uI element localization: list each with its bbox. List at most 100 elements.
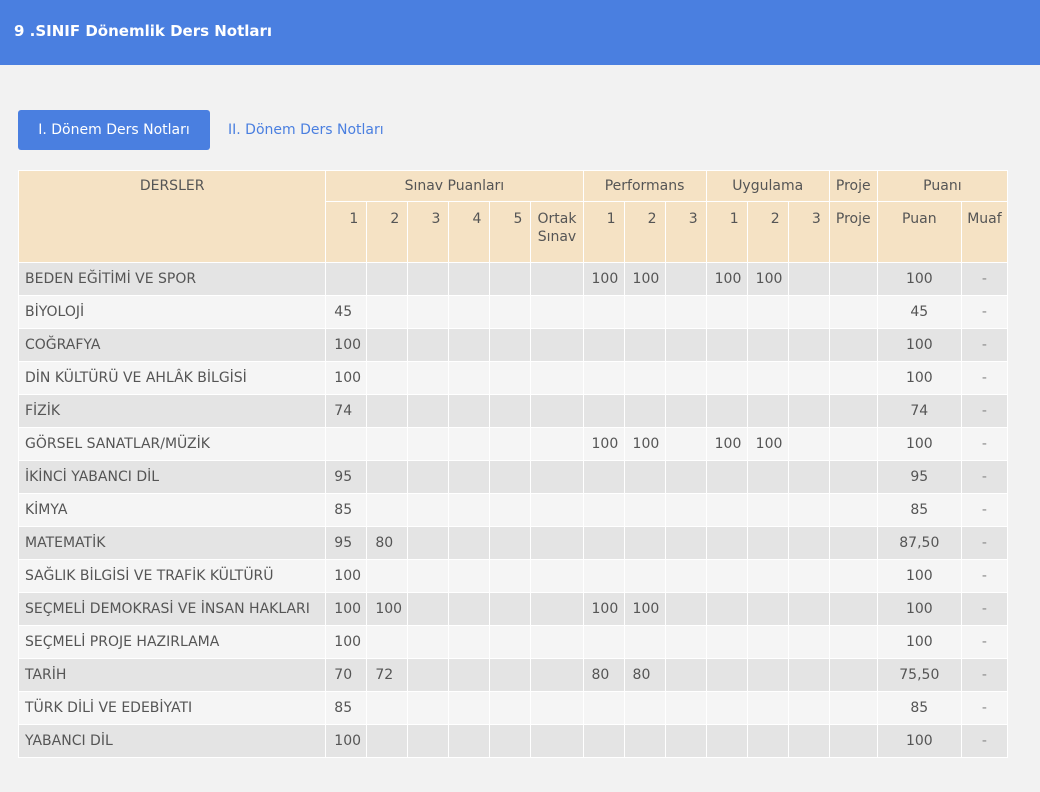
exam-2-cell <box>366 394 409 428</box>
application-2-cell <box>746 592 789 626</box>
performance-1-cell <box>582 394 625 428</box>
exam-2-cell <box>366 427 409 461</box>
table-row: BEDEN EĞİTİMİ VE SPOR 100 100 100 100 100- <box>17 262 1009 296</box>
subject-cell: İKİNCİ YABANCI DİL <box>17 460 327 494</box>
performance-1-cell <box>582 625 625 659</box>
score-cell: 100 <box>876 592 962 626</box>
application-3-cell <box>787 559 830 593</box>
common-exam-cell <box>530 295 584 329</box>
performance-3-cell <box>664 328 707 362</box>
exam-4-cell <box>448 361 491 395</box>
header-project-sub: Proje <box>828 201 878 263</box>
performance-2-cell: 100 <box>623 592 666 626</box>
exam-1-cell: 100 <box>325 724 368 758</box>
subject-cell: MATEMATİK <box>17 526 327 560</box>
application-1-cell <box>705 295 748 329</box>
project-cell <box>828 262 878 296</box>
performance-3-cell <box>664 394 707 428</box>
exam-1-cell <box>325 427 368 461</box>
subject-cell: GÖRSEL SANATLAR/MÜZİK <box>17 427 327 461</box>
exempt-cell: - <box>960 394 1009 428</box>
performance-1-cell: 100 <box>582 592 625 626</box>
performance-1-cell <box>582 559 625 593</box>
exam-1-cell: 100 <box>325 328 368 362</box>
performance-3-cell <box>664 427 707 461</box>
subject-cell: BEDEN EĞİTİMİ VE SPOR <box>17 262 327 296</box>
header-performance-3: 3 <box>664 201 707 263</box>
exam-1-cell: 74 <box>325 394 368 428</box>
exam-4-cell <box>448 592 491 626</box>
common-exam-cell <box>530 625 584 659</box>
page-header: 9 .SINIF Dönemlik Ders Notları <box>0 0 1040 65</box>
exempt-cell: - <box>960 691 1009 725</box>
project-cell <box>828 658 878 692</box>
performance-3-cell <box>664 295 707 329</box>
application-1-cell <box>705 691 748 725</box>
exempt-cell: - <box>960 592 1009 626</box>
performance-3-cell <box>664 460 707 494</box>
exam-4-cell <box>448 691 491 725</box>
grade-rows: BEDEN EĞİTİMİ VE SPOR 100 100 100 100 100- BİY… <box>17 262 1009 758</box>
application-2-cell <box>746 460 789 494</box>
application-3-cell <box>787 328 830 362</box>
exam-5-cell <box>489 460 532 494</box>
exam-5-cell <box>489 625 532 659</box>
common-exam-cell <box>530 493 584 527</box>
performance-1-cell <box>582 328 625 362</box>
exam-2-cell <box>366 361 409 395</box>
application-2-cell <box>746 526 789 560</box>
exam-4-cell <box>448 427 491 461</box>
performance-2-cell: 80 <box>623 658 666 692</box>
tab-first-term[interactable]: I. Dönem Ders Notları <box>18 110 210 150</box>
subject-cell: SEÇMELİ DEMOKRASİ VE İNSAN HAKLARI <box>17 592 327 626</box>
term-tabs: I. Dönem Ders Notları II. Dönem Ders Not… <box>18 110 384 150</box>
exempt-cell: - <box>960 625 1009 659</box>
application-1-cell <box>705 658 748 692</box>
exam-1-cell: 95 <box>325 460 368 494</box>
common-exam-cell <box>530 262 584 296</box>
header-common-exam-line1: Ortak <box>537 211 577 227</box>
score-cell: 85 <box>876 493 962 527</box>
subject-cell: SAĞLIK BİLGİSİ VE TRAFİK KÜLTÜRÜ <box>17 559 327 593</box>
application-3-cell <box>787 262 830 296</box>
exam-2-cell <box>366 262 409 296</box>
header-score: Puanı <box>876 170 1009 202</box>
application-3-cell <box>787 460 830 494</box>
application-3-cell <box>787 394 830 428</box>
common-exam-cell <box>530 724 584 758</box>
application-1-cell <box>705 625 748 659</box>
header-application-3: 3 <box>787 201 830 263</box>
subject-cell: SEÇMELİ PROJE HAZIRLAMA <box>17 625 327 659</box>
tab-second-term[interactable]: II. Dönem Ders Notları <box>228 122 384 138</box>
performance-3-cell <box>664 559 707 593</box>
performance-3-cell <box>664 361 707 395</box>
application-3-cell <box>787 526 830 560</box>
project-cell <box>828 460 878 494</box>
application-3-cell <box>787 658 830 692</box>
table-row: COĞRAFYA 100 100- <box>17 328 1009 362</box>
project-cell <box>828 592 878 626</box>
application-1-cell: 100 <box>705 427 748 461</box>
exam-3-cell <box>407 658 450 692</box>
common-exam-cell <box>530 394 584 428</box>
exam-1-cell: 45 <box>325 295 368 329</box>
project-cell <box>828 493 878 527</box>
performance-1-cell <box>582 526 625 560</box>
common-exam-cell <box>530 691 584 725</box>
exam-4-cell <box>448 262 491 296</box>
exam-2-cell <box>366 460 409 494</box>
exempt-cell: - <box>960 658 1009 692</box>
header-application: Uygulama <box>705 170 830 202</box>
performance-1-cell <box>582 724 625 758</box>
exam-1-cell: 85 <box>325 691 368 725</box>
common-exam-cell <box>530 460 584 494</box>
score-cell: 87,50 <box>876 526 962 560</box>
performance-3-cell <box>664 493 707 527</box>
application-1-cell <box>705 559 748 593</box>
table-row: SEÇMELİ DEMOKRASİ VE İNSAN HAKLARI 100 100… <box>17 592 1009 626</box>
score-cell: 100 <box>876 328 962 362</box>
performance-3-cell <box>664 691 707 725</box>
performance-1-cell: 100 <box>582 427 625 461</box>
exempt-cell: - <box>960 493 1009 527</box>
exam-3-cell <box>407 625 450 659</box>
